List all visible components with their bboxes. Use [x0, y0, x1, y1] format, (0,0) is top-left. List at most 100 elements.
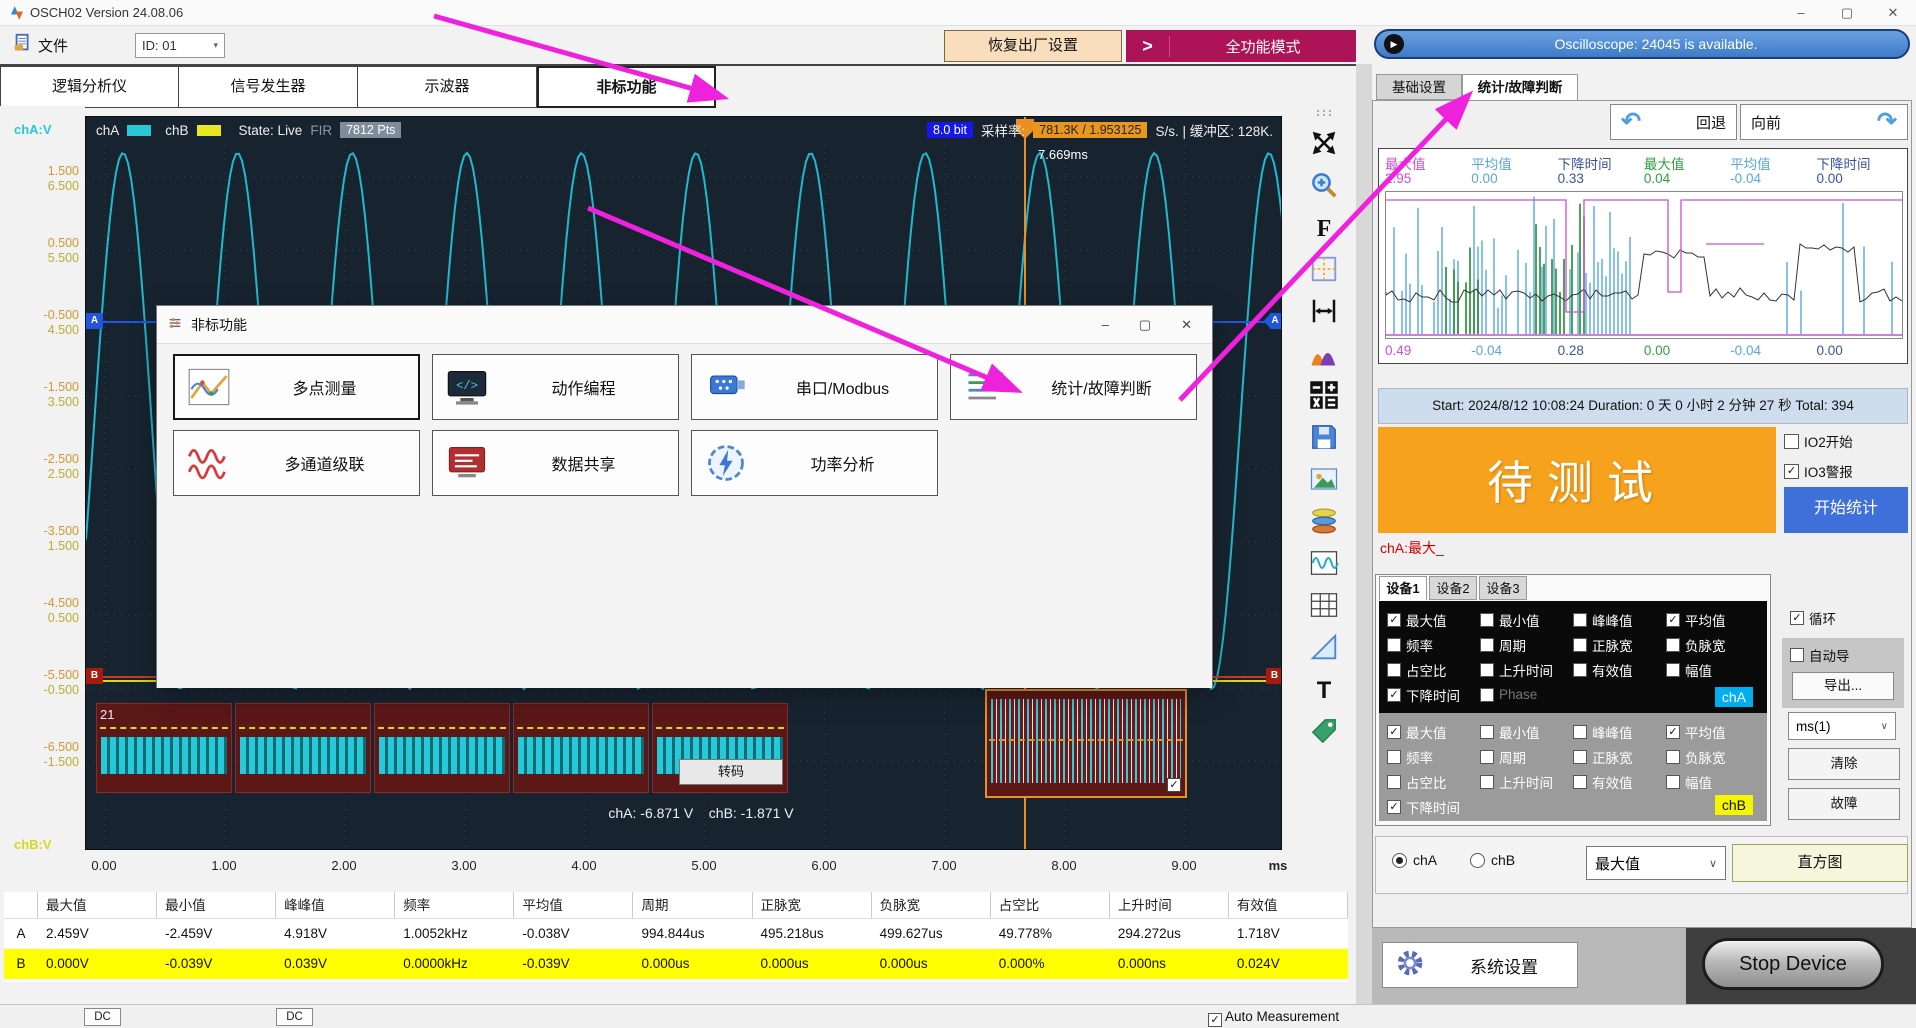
dialog-button-power-analysis[interactable]: 功率分析: [691, 430, 938, 496]
fir-label[interactable]: FIR: [310, 123, 332, 138]
waveform-thumbnail-3[interactable]: [374, 703, 510, 793]
io3-alarm-toggle[interactable]: ✓ IO3警报: [1784, 461, 1853, 481]
device-id-select[interactable]: ID: 01 ▾: [135, 33, 225, 58]
stop-device-button[interactable]: Stop Device: [1702, 938, 1884, 990]
dialog-button-stats-fault-judge[interactable]: 统计/故障判断: [950, 354, 1197, 420]
measure-option-占空比[interactable]: 占空比: [1387, 660, 1480, 680]
measure-option-最大值[interactable]: ✓最大值: [1387, 722, 1480, 742]
measure-option-下降时间[interactable]: ✓下降时间: [1387, 797, 1480, 817]
measure-option-幅值[interactable]: 幅值: [1666, 660, 1759, 680]
histogram-icon[interactable]: [1307, 336, 1341, 370]
measure-option-下降时间[interactable]: ✓下降时间: [1387, 685, 1480, 705]
histogram-measure-select[interactable]: 最大值 ∨: [1586, 846, 1726, 880]
main-tab-4[interactable]: 非标功能: [537, 66, 716, 108]
time-unit-select[interactable]: ms(1) ∨: [1788, 712, 1896, 740]
scope-status-indicator[interactable]: ▶ Oscilloscope: 24045 is available.: [1374, 29, 1910, 59]
toolbar-scroll-dots[interactable]: [1312, 108, 1336, 118]
dialog-button-multi-point-measure[interactable]: 多点测量: [173, 354, 420, 420]
auto-measurement-toggle[interactable]: ✓ Auto Measurement: [1208, 1009, 1339, 1027]
measure-option-正脉宽[interactable]: 正脉宽: [1573, 635, 1666, 655]
maximize-button[interactable]: ▢: [1824, 0, 1870, 25]
undo-button[interactable]: ↶ 回退: [1610, 104, 1737, 140]
zoom-in-icon[interactable]: [1307, 168, 1341, 202]
minimize-button[interactable]: –: [1778, 0, 1824, 25]
export-button[interactable]: 导出...: [1792, 672, 1894, 700]
expand-icon[interactable]: [1307, 126, 1341, 160]
dialog-maximize-button[interactable]: ▢: [1139, 317, 1151, 333]
full-mode-button[interactable]: > 全功能模式: [1126, 30, 1356, 62]
fourier-icon[interactable]: F: [1307, 210, 1341, 244]
tag-icon[interactable]: [1307, 714, 1341, 748]
layers-icon[interactable]: [1307, 504, 1341, 538]
measure-option-负脉宽[interactable]: 负脉宽: [1666, 747, 1759, 767]
text-icon[interactable]: T: [1307, 672, 1341, 706]
waveform-thumbnail-4[interactable]: [513, 703, 649, 793]
close-button[interactable]: ✕: [1870, 0, 1916, 25]
dialog-button-action-programming[interactable]: </>动作编程: [432, 354, 679, 420]
start-statistics-button[interactable]: 开始统计: [1784, 487, 1908, 533]
dialog-button-data-share[interactable]: 数据共享: [432, 430, 679, 496]
cha-coupling-indicator[interactable]: DC: [84, 1008, 121, 1026]
waveform-thumbnail-1[interactable]: [96, 703, 232, 793]
fault-button[interactable]: 故障: [1788, 788, 1900, 820]
measure-option-幅值[interactable]: 幅值: [1666, 772, 1759, 792]
waveform-thumbnail-2[interactable]: [235, 703, 371, 793]
tab-basic-settings[interactable]: 基础设置: [1376, 74, 1462, 100]
file-menu-button[interactable]: 文件: [12, 31, 68, 59]
measure-option-上升时间[interactable]: 上升时间: [1480, 660, 1573, 680]
dialog-button-multi-channel-cascade[interactable]: 多通道级联: [173, 430, 420, 496]
measure-option-最大值[interactable]: ✓最大值: [1387, 610, 1480, 630]
measure-option-峰峰值[interactable]: 峰峰值: [1573, 610, 1666, 630]
cursor-b-tag-right[interactable]: B: [1266, 668, 1282, 684]
io2-start-toggle[interactable]: IO2开始: [1784, 431, 1853, 451]
main-tab-1[interactable]: 逻辑分析仪: [0, 66, 179, 108]
measure-option-最小值[interactable]: 最小值: [1480, 722, 1573, 742]
measure-option-周期[interactable]: 周期: [1480, 635, 1573, 655]
measure-option-最小值[interactable]: 最小值: [1480, 610, 1573, 630]
zoom-region-thumbnail[interactable]: ✓: [985, 689, 1187, 798]
dialog-button-serial-modbus[interactable]: 串口/Modbus: [691, 354, 938, 420]
dialog-title-bar[interactable]: 非标功能 – ▢ ✕: [157, 306, 1212, 344]
cursor-a-tag-left[interactable]: A: [86, 313, 103, 329]
measure-option-负脉宽[interactable]: 负脉宽: [1666, 635, 1759, 655]
ruler-icon[interactable]: [1307, 630, 1341, 664]
measure-option-峰峰值[interactable]: 峰峰值: [1573, 722, 1666, 742]
radio-cha[interactable]: chA: [1392, 852, 1437, 868]
clear-button[interactable]: 清除: [1788, 748, 1900, 780]
histogram-button[interactable]: 直方图: [1732, 844, 1908, 882]
screenshot-icon[interactable]: [1307, 462, 1341, 496]
measure-option-Phase[interactable]: Phase: [1480, 687, 1573, 702]
thumbnail-checkbox[interactable]: ✓: [1167, 778, 1181, 792]
main-tab-2[interactable]: 信号发生器: [179, 66, 358, 108]
measure-option-有效值[interactable]: 有效值: [1573, 772, 1666, 792]
system-settings-button[interactable]: 系统设置: [1382, 942, 1578, 988]
measure-option-占空比[interactable]: 占空比: [1387, 772, 1480, 792]
transcode-button[interactable]: 转码: [679, 759, 783, 785]
tab-stats-fault[interactable]: 统计/故障判断: [1462, 74, 1578, 100]
math-icon[interactable]: [1307, 378, 1341, 412]
redo-button[interactable]: 向前 ↷: [1740, 104, 1908, 140]
waveform-window-icon[interactable]: [1307, 546, 1341, 580]
dialog-close-button[interactable]: ✕: [1181, 317, 1192, 333]
measure-option-频率[interactable]: 频率: [1387, 747, 1480, 767]
measure-option-周期[interactable]: 周期: [1480, 747, 1573, 767]
horizontal-measure-icon[interactable]: [1307, 294, 1341, 328]
tab-device-1[interactable]: 设备1: [1379, 576, 1427, 600]
tab-device-3[interactable]: 设备3: [1479, 576, 1527, 600]
tab-device-2[interactable]: 设备2: [1429, 576, 1477, 600]
cursor-b-tag-left[interactable]: B: [86, 668, 103, 684]
measure-option-有效值[interactable]: 有效值: [1573, 660, 1666, 680]
radio-chb[interactable]: chB: [1470, 852, 1515, 868]
grid-icon[interactable]: [1307, 252, 1341, 286]
measure-option-频率[interactable]: 频率: [1387, 635, 1480, 655]
measure-option-平均值[interactable]: ✓平均值: [1666, 722, 1759, 742]
main-tab-3[interactable]: 示波器: [358, 66, 537, 108]
stats-trend-chart[interactable]: [1385, 191, 1903, 339]
chb-coupling-indicator[interactable]: DC: [276, 1008, 313, 1026]
factory-reset-button[interactable]: 恢复出厂设置: [944, 30, 1122, 62]
save-icon[interactable]: [1307, 420, 1341, 454]
table-icon[interactable]: [1307, 588, 1341, 622]
measure-option-正脉宽[interactable]: 正脉宽: [1573, 747, 1666, 767]
measure-option-上升时间[interactable]: 上升时间: [1480, 772, 1573, 792]
auto-export-toggle[interactable]: 自动导: [1790, 645, 1850, 665]
